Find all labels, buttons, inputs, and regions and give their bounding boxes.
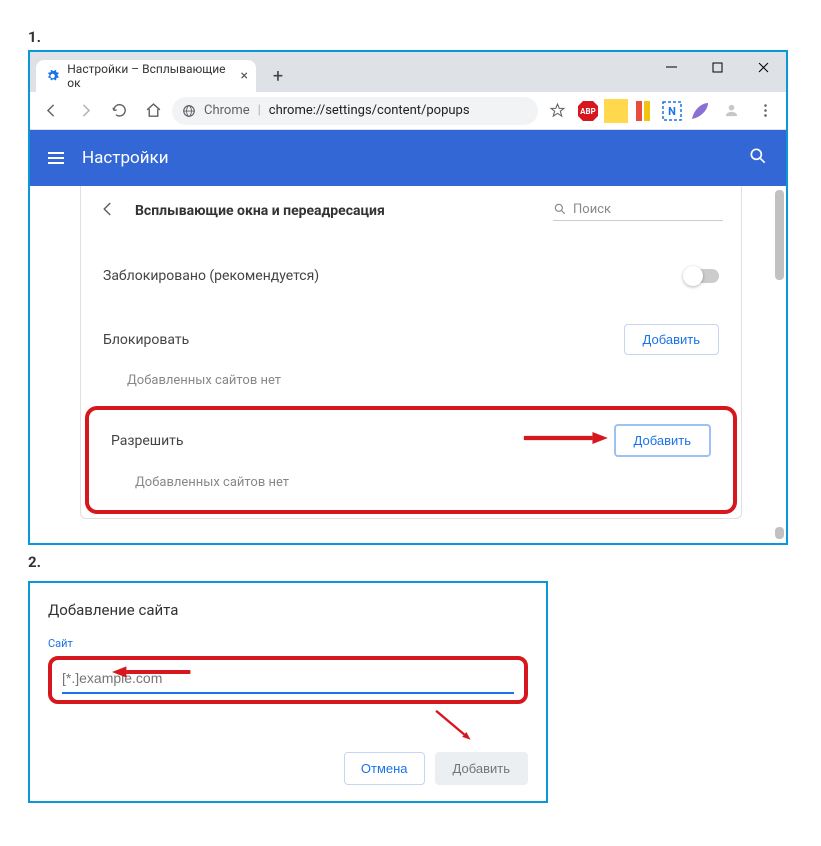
settings-app-bar: Настройки xyxy=(30,130,786,186)
window-minimize-button[interactable] xyxy=(648,52,694,82)
block-empty-text: Добавленных сайтов нет xyxy=(81,359,741,404)
hamburger-icon[interactable] xyxy=(48,152,64,164)
menu-icon[interactable] xyxy=(750,96,780,126)
site-info-icon xyxy=(182,104,196,118)
step-2-label: 2. xyxy=(28,553,801,571)
scrollbar[interactable] xyxy=(775,190,784,280)
section-search-placeholder: Поиск xyxy=(573,202,611,217)
step-1-label: 1. xyxy=(28,28,801,46)
new-tab-button[interactable]: + xyxy=(264,62,292,90)
annotation-arrow xyxy=(432,706,475,745)
address-bar[interactable]: Chrome | chrome://settings/content/popup… xyxy=(172,97,538,125)
reload-button[interactable] xyxy=(104,96,134,126)
forward-button[interactable] xyxy=(70,96,100,126)
window-close-button[interactable] xyxy=(740,52,786,82)
blocked-toggle-row: Заблокировано (рекомендуется) xyxy=(81,236,741,316)
allow-add-button[interactable]: Добавить xyxy=(614,424,711,457)
browser-window: Настройки – Всплывающие ок × + Chrome | … xyxy=(28,50,788,545)
back-button[interactable] xyxy=(36,96,66,126)
block-section-header: Блокировать Добавить xyxy=(81,316,741,359)
svg-text:N: N xyxy=(668,105,676,118)
star-icon[interactable] xyxy=(542,96,572,126)
home-button[interactable] xyxy=(138,96,168,126)
profile-icon[interactable] xyxy=(716,96,746,126)
add-site-dialog: Добавление сайта Сайт Отмена Добавить xyxy=(28,581,548,803)
section-search[interactable]: Поиск xyxy=(553,202,723,221)
back-arrow-icon[interactable] xyxy=(99,200,117,222)
feather-ext-icon[interactable] xyxy=(688,99,712,123)
site-field-label: Сайт xyxy=(48,637,528,650)
blocked-label: Заблокировано (рекомендуется) xyxy=(103,268,319,284)
scrollbar-bottom[interactable] xyxy=(775,527,784,539)
abp-icon[interactable]: ABP xyxy=(576,99,600,123)
toolbar: Chrome | chrome://settings/content/popup… xyxy=(30,92,786,130)
separator: | xyxy=(258,103,261,118)
notes-ext-icon[interactable]: N xyxy=(660,99,684,123)
block-section-label: Блокировать xyxy=(103,332,189,348)
allow-highlight-box: Разрешить Добавить Добавленных сайтов не… xyxy=(85,406,737,514)
blocked-toggle[interactable] xyxy=(685,269,719,283)
add-button[interactable]: Добавить xyxy=(435,752,528,785)
chrome-scheme-label: Chrome xyxy=(204,103,250,118)
browser-tab[interactable]: Настройки – Всплывающие ок × xyxy=(36,60,256,92)
dialog-buttons: Отмена Добавить xyxy=(48,752,528,785)
settings-title: Настройки xyxy=(82,148,169,168)
block-add-button[interactable]: Добавить xyxy=(624,324,719,355)
gear-icon xyxy=(46,69,59,83)
allow-section-header: Разрешить Добавить xyxy=(89,416,733,461)
close-icon[interactable]: × xyxy=(241,69,248,83)
tab-strip: Настройки – Всплывающие ок × + xyxy=(30,52,786,92)
bookmark-ext-icon[interactable] xyxy=(632,99,656,123)
settings-content: Всплывающие окна и переадресация Поиск З… xyxy=(30,186,786,543)
allow-section-label: Разрешить xyxy=(111,433,184,449)
cancel-button[interactable]: Отмена xyxy=(344,752,425,785)
tab-title: Настройки – Всплывающие ок xyxy=(67,62,232,90)
dialog-title: Добавление сайта xyxy=(48,601,528,619)
svg-text:ABP: ABP xyxy=(580,107,596,116)
allow-empty-text: Добавленных сайтов нет xyxy=(89,461,733,506)
yandex-icon[interactable] xyxy=(604,99,628,123)
search-icon[interactable] xyxy=(748,146,768,171)
url-text: chrome://settings/content/popups xyxy=(269,103,470,118)
site-input[interactable] xyxy=(62,666,514,694)
window-maximize-button[interactable] xyxy=(694,52,740,82)
settings-card: Всплывающие окна и переадресация Поиск З… xyxy=(80,186,742,519)
site-input-highlight xyxy=(48,656,528,704)
section-title: Всплывающие окна и переадресация xyxy=(135,203,385,219)
